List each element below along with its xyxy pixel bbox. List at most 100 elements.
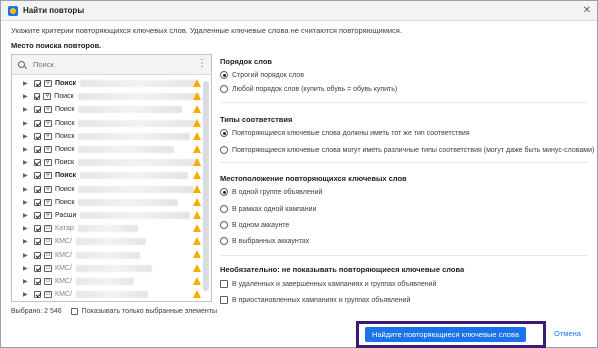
word-order-any[interactable]: Любой порядок слов (купить обувь = обувь… <box>220 85 397 93</box>
word-order-strict[interactable]: Строгий порядок слов <box>220 71 304 79</box>
radio-button[interactable] <box>220 146 228 154</box>
radio-button[interactable] <box>220 85 228 93</box>
redacted-name <box>77 93 200 101</box>
location-ad-group[interactable]: В одной группе объявлений <box>220 188 322 196</box>
find-duplicates-button[interactable]: Найдите повторяющиеся ключевые слова <box>365 327 526 342</box>
expand-arrow-icon[interactable]: ▶ <box>23 225 31 232</box>
row-checkbox[interactable] <box>34 238 41 246</box>
row-checkbox[interactable] <box>34 106 41 114</box>
redacted-name <box>78 106 183 114</box>
search-campaign-icon: ⚲ <box>44 185 52 193</box>
row-label: КМС/ <box>55 291 72 299</box>
radio-button[interactable] <box>220 237 228 245</box>
row-checkbox[interactable] <box>34 172 41 180</box>
row-checkbox[interactable] <box>33 93 41 101</box>
radio-button[interactable] <box>220 129 228 137</box>
row-label: КМС/ <box>55 277 72 285</box>
radio-button[interactable] <box>220 71 228 79</box>
expand-arrow-icon[interactable]: ▶ <box>23 199 31 206</box>
match-type-same[interactable]: Повторяющиеся ключевые слова должны имет… <box>220 129 470 137</box>
tree-row[interactable]: ▶ ▭ КМС/ <box>12 248 201 261</box>
match-type-different[interactable]: Повторяющиеся ключевые слова могут иметь… <box>220 146 594 154</box>
tree-row[interactable]: ▶ ⚲ Поиск <box>12 183 201 196</box>
tree-row[interactable]: ▶ ⚲ Поиск <box>12 196 201 209</box>
exclude-paused[interactable]: В приостановленных кампаниях и группах о… <box>220 296 410 304</box>
row-label: Поиск <box>55 132 75 140</box>
search-input[interactable] <box>33 60 183 69</box>
radio-button[interactable] <box>220 205 228 213</box>
tree-row[interactable]: ▶ ▭ Катар <box>12 222 201 235</box>
row-checkbox[interactable] <box>34 264 41 272</box>
row-checkbox[interactable] <box>34 277 41 285</box>
tree-row[interactable]: ▶ ▭ КМС/ <box>12 288 201 301</box>
row-checkbox[interactable] <box>33 159 41 167</box>
tree-row[interactable]: ▶ ▭ КМС/ <box>12 262 201 275</box>
exclude-removed[interactable]: В удаленных и завершенных кампаниях и гр… <box>220 280 436 288</box>
option-label: В рамках одной кампании <box>232 205 317 213</box>
more-vert-icon[interactable]: ⋮ <box>197 57 207 71</box>
scrollbar-thumb[interactable] <box>203 81 209 291</box>
radio-button[interactable] <box>220 188 228 196</box>
tree-row[interactable]: ▶ ⚲ Поиск <box>12 169 201 182</box>
row-checkbox[interactable] <box>34 146 41 154</box>
warning-icon <box>193 250 201 259</box>
expand-arrow-icon[interactable]: ▶ <box>23 133 31 140</box>
expand-arrow-icon[interactable]: ▶ <box>23 93 31 100</box>
cancel-button[interactable]: Отмена <box>554 329 581 338</box>
expand-arrow-icon[interactable]: ▶ <box>23 238 31 245</box>
tree-footer: Выбрано: 2 546 Показывать только выбранн… <box>11 308 217 315</box>
row-checkbox[interactable] <box>34 251 41 259</box>
tree-row[interactable]: ▶ ⚲ Поиск <box>12 156 201 169</box>
row-checkbox[interactable] <box>34 291 41 299</box>
tree-row[interactable]: ▶ ⚲ Поиск <box>12 77 201 90</box>
row-label: Поиск <box>55 185 75 193</box>
location-selected-accounts[interactable]: В выбранных аккаунтах <box>220 237 309 245</box>
expand-arrow-icon[interactable]: ▶ <box>23 120 31 127</box>
expand-arrow-icon[interactable]: ▶ <box>23 80 31 87</box>
redacted-name <box>78 132 191 140</box>
search-campaign-icon: ⚲ <box>44 172 52 180</box>
radio-button[interactable] <box>220 221 228 229</box>
row-checkbox[interactable] <box>34 132 41 140</box>
redacted-name <box>78 159 200 167</box>
expand-arrow-icon[interactable]: ▶ <box>23 252 31 259</box>
expand-arrow-icon[interactable]: ▶ <box>23 291 31 298</box>
row-checkbox[interactable] <box>34 225 41 233</box>
tree-row[interactable]: ▶ ▭ КМС/ <box>12 235 201 248</box>
row-label: Расши <box>55 211 77 219</box>
location-account[interactable]: В одном аккаунте <box>220 221 289 229</box>
row-label: Поиск <box>55 198 75 206</box>
row-checkbox[interactable] <box>34 80 41 88</box>
tree-search[interactable]: ⋮ <box>12 55 211 75</box>
expand-arrow-icon[interactable]: ▶ <box>23 146 31 153</box>
expand-arrow-icon[interactable]: ▶ <box>23 212 31 219</box>
tree-row[interactable]: ▶ ⚲ Поиск <box>12 143 201 156</box>
checkbox[interactable] <box>220 296 228 304</box>
expand-arrow-icon[interactable]: ▶ <box>23 265 31 272</box>
checkbox[interactable] <box>220 280 228 288</box>
search-campaign-icon: ⚲ <box>44 106 52 114</box>
row-checkbox[interactable] <box>34 185 41 193</box>
redacted-name <box>78 146 175 154</box>
tree-row[interactable]: ▶ ⚲ Поиск <box>12 130 201 143</box>
row-checkbox[interactable] <box>34 119 41 127</box>
expand-arrow-icon[interactable]: ▶ <box>23 159 31 166</box>
close-icon[interactable]: ✕ <box>583 4 591 18</box>
tree-row[interactable]: ▶ ⚲ Поиск <box>12 103 201 116</box>
campaign-tree: ▶ ⚲ Поиск ▶ ⚲ Поиск ▶ ⚲ Поиск ▶ ⚲ Поиск ▶ ⚲ Поиск ▶ ⚲ Пои… <box>12 77 201 301</box>
location-campaign[interactable]: В рамках одной кампании <box>220 205 317 213</box>
show-selected-checkbox[interactable] <box>70 308 78 315</box>
row-checkbox[interactable] <box>34 211 41 219</box>
scrollbar[interactable] <box>202 77 210 301</box>
tree-row[interactable]: ▶ ⚲ Расши <box>12 209 201 222</box>
tree-row[interactable]: ▶ ⚲ Поиск <box>12 117 201 130</box>
option-label: В выбранных аккаунтах <box>232 237 310 245</box>
tree-row[interactable]: ▶ ⚲ Поиск <box>12 90 201 103</box>
expand-arrow-icon[interactable]: ▶ <box>23 278 31 285</box>
title-bar: Найти повторы ✕ <box>1 1 597 21</box>
expand-arrow-icon[interactable]: ▶ <box>23 186 31 193</box>
expand-arrow-icon[interactable]: ▶ <box>23 106 31 113</box>
expand-arrow-icon[interactable]: ▶ <box>23 172 31 179</box>
tree-row[interactable]: ▶ ▭ КМС/ <box>12 275 201 288</box>
row-checkbox[interactable] <box>34 198 41 206</box>
